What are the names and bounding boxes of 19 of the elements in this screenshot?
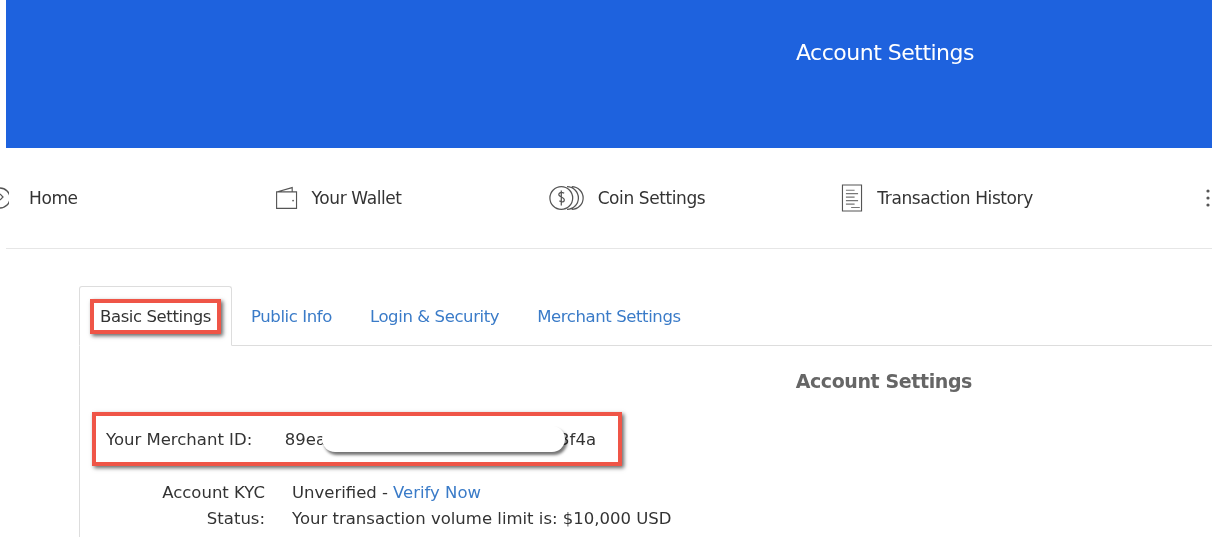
nav-link[interactable]: Coin Settings <box>547 183 706 213</box>
limit-text: Your transaction volume limit is: $10,000 USD <box>292 508 672 530</box>
field-label: Your Merchant ID: <box>106 429 254 449</box>
settings-tab[interactable]: Login & Security <box>350 287 519 345</box>
field-label: Account KYC <box>162 482 265 504</box>
field-label: Status: <box>206 508 265 530</box>
nav-link[interactable]: Home <box>0 187 78 209</box>
status-text: Unverified - <box>292 482 389 504</box>
settings-tab[interactable]: Public Info <box>232 287 351 345</box>
section-title: Account Settings <box>794 369 973 392</box>
highlight-frame: Basic Settings <box>90 298 221 334</box>
verify-link[interactable]: Verify Now <box>393 480 482 506</box>
page-title: Account Settings <box>795 40 974 65</box>
settings-tab[interactable]: Basic Settings <box>79 286 232 346</box>
coins-icon <box>547 183 586 213</box>
nav-link[interactable]: Your Wallet <box>273 183 402 213</box>
nav-link[interactable]: Transaction History <box>839 183 1033 213</box>
more-icon[interactable] <box>1206 188 1210 208</box>
settings-tab[interactable]: Merchant Settings <box>518 287 700 345</box>
